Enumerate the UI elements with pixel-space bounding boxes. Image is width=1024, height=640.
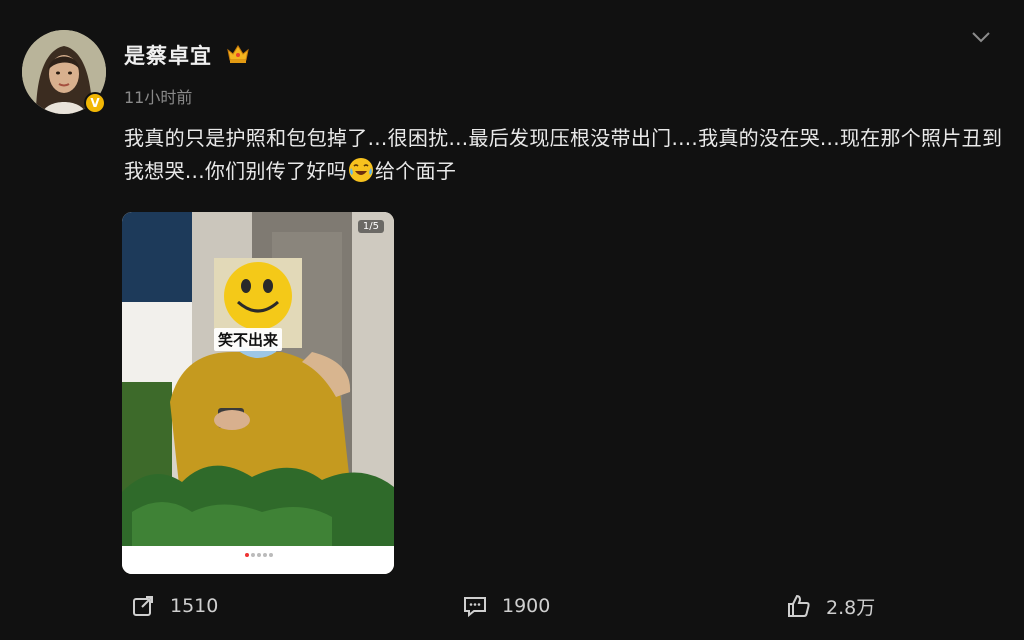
repost-button[interactable]: 1510 (130, 592, 218, 620)
timestamp: 11小时前 (124, 88, 193, 107)
page-indicator-dots (245, 553, 273, 557)
photo-image (122, 212, 394, 574)
like-count: 2.8万 (826, 596, 876, 619)
comment-count: 1900 (502, 595, 551, 617)
crying-laughing-emoji-icon (348, 158, 373, 182)
repost-count: 1510 (170, 595, 219, 617)
repost-icon (133, 596, 153, 616)
chevron-down-icon[interactable] (970, 28, 992, 46)
photo-thumbnail[interactable]: 1/5 笑不出来 (122, 212, 394, 574)
post-text: 我真的只是护照和包包掉了...很困扰...最后发现压根没带出门....我真的没在… (124, 122, 1004, 188)
crown-icon (227, 45, 249, 63)
photo-caption-strip (122, 546, 394, 574)
sticker-caption: 笑不出来 (214, 328, 283, 351)
like-button[interactable]: 2.8万 (786, 592, 875, 620)
comment-button[interactable]: 1900 (462, 592, 550, 620)
post-text-part2: 给个面子 (374, 159, 457, 183)
verified-badge: V (84, 92, 106, 114)
photo-counter: 1/5 (357, 220, 384, 233)
weibo-post: V 是蔡卓宜 11小时前 我真的只是护照和包包掉了...很困扰...最后发现压根… (0, 0, 1024, 640)
action-bar: 1510 1900 2.8万 (0, 586, 1024, 626)
like-icon (788, 594, 810, 617)
comment-icon (464, 597, 486, 618)
post-text-part1: 我真的只是护照和包包掉了...很困扰...最后发现压根没带出门....我真的没在… (124, 126, 1003, 183)
username[interactable]: 是蔡卓宜 (124, 40, 212, 70)
